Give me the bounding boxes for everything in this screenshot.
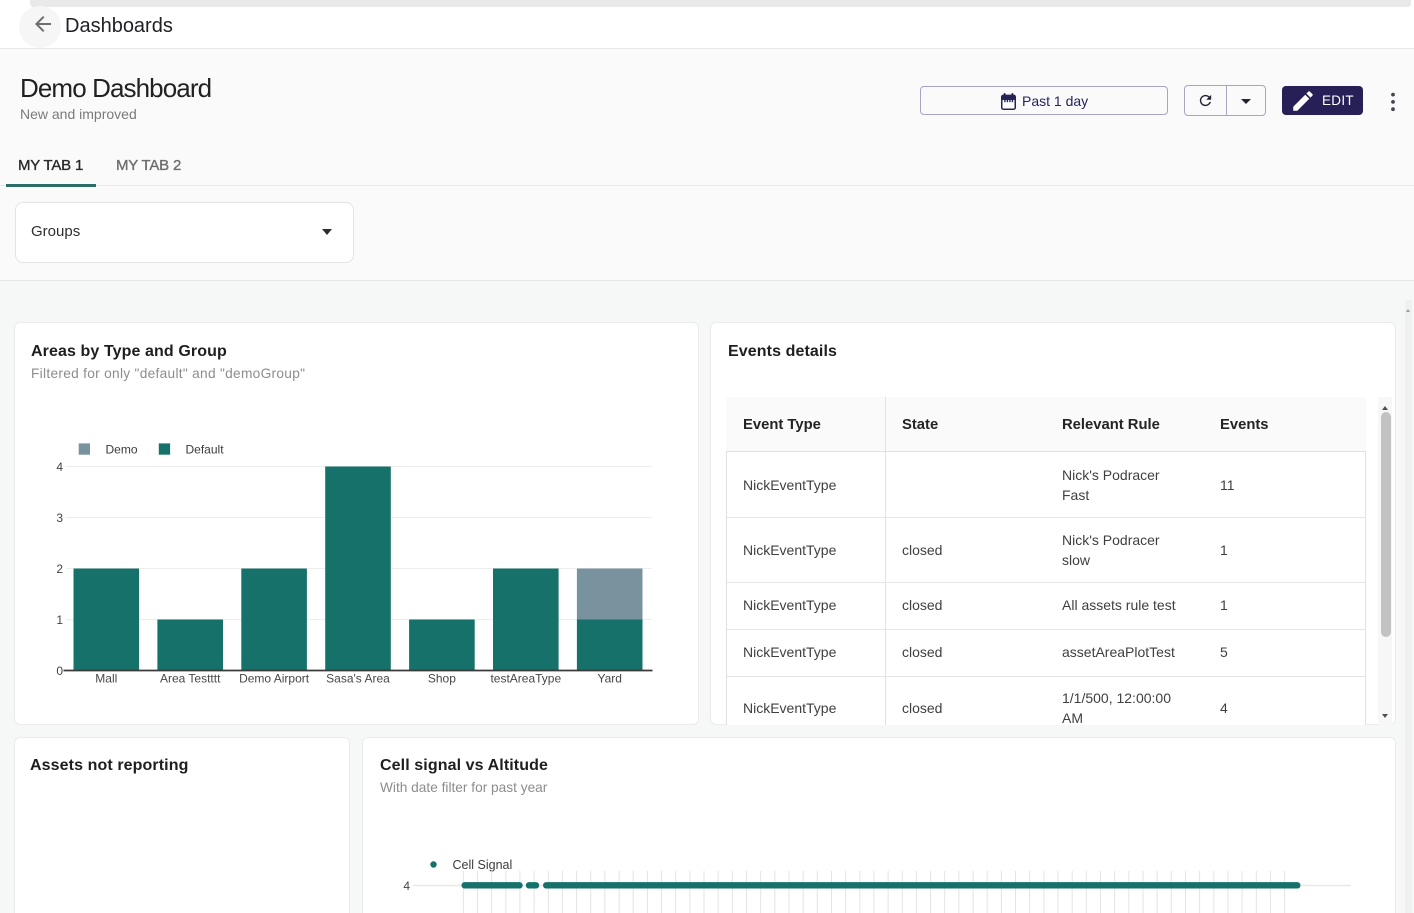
svg-text:4: 4 xyxy=(403,879,410,893)
svg-text:Demo Airport: Demo Airport xyxy=(239,672,310,686)
svg-text:Yard: Yard xyxy=(597,672,621,686)
svg-text:Default: Default xyxy=(186,442,225,456)
svg-text:Shop: Shop xyxy=(428,672,456,686)
svg-text:2: 2 xyxy=(56,562,63,576)
svg-text:0: 0 xyxy=(56,664,63,678)
svg-text:1: 1 xyxy=(56,613,63,627)
svg-text:Mall: Mall xyxy=(95,672,117,686)
svg-text:Area Testttt: Area Testttt xyxy=(160,672,221,686)
svg-text:Cell Signal: Cell Signal xyxy=(453,858,513,872)
svg-text:testAreaType: testAreaType xyxy=(490,672,561,686)
svg-text:Sasa's Area: Sasa's Area xyxy=(326,672,390,686)
svg-text:4: 4 xyxy=(56,460,63,474)
svg-text:3: 3 xyxy=(56,511,63,525)
svg-text:Demo: Demo xyxy=(106,442,138,456)
